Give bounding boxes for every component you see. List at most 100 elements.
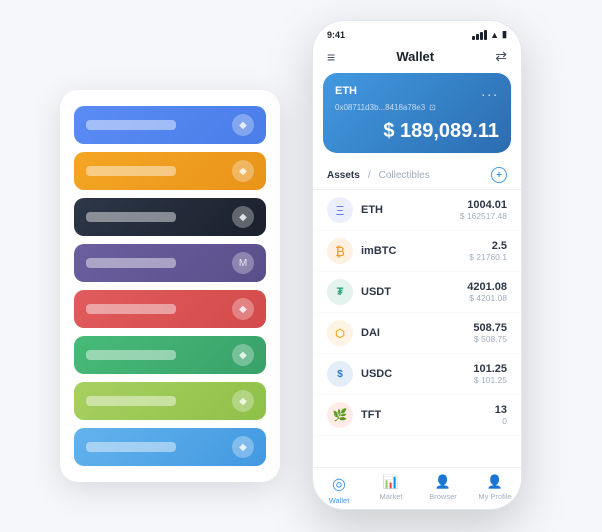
- eth-card-name: ETH: [335, 85, 357, 97]
- token-name: TFT: [361, 409, 495, 421]
- status-time: 9:41: [327, 30, 345, 40]
- list-item[interactable]: M: [74, 244, 266, 282]
- page-title: Wallet: [396, 49, 434, 64]
- nav-market[interactable]: 📊 Market: [365, 474, 417, 505]
- add-token-button[interactable]: +: [491, 167, 507, 183]
- more-options-icon[interactable]: ...: [481, 83, 499, 99]
- table-row[interactable]: 🌿 TFT 13 0: [313, 395, 521, 436]
- token-usd: $ 101.25: [473, 375, 507, 385]
- token-amount: 4201.08: [467, 281, 507, 293]
- eth-wallet-card[interactable]: ETH ... 0x08711d3b...8418a78e3 ⊡ $ 189,0…: [323, 73, 511, 153]
- menu-icon[interactable]: ≡: [327, 49, 335, 65]
- wallet-nav-icon: ◎: [332, 474, 346, 494]
- status-bar: 9:41 ▲ ▮: [313, 21, 521, 44]
- battery-icon: ▮: [502, 29, 507, 40]
- wifi-icon: ▲: [490, 30, 499, 40]
- list-item[interactable]: ◆: [74, 198, 266, 236]
- profile-nav-icon: 👤: [487, 474, 503, 490]
- tft-icon: 🌿: [327, 402, 353, 428]
- list-item[interactable]: ◆: [74, 336, 266, 374]
- card-icon: M: [232, 252, 254, 274]
- token-values: 2.5 $ 21760.1: [469, 240, 507, 262]
- nav-market-label: Market: [380, 492, 403, 501]
- card-label: [86, 304, 176, 314]
- usdt-icon: ₮: [327, 279, 353, 305]
- token-name: DAI: [361, 327, 473, 339]
- table-row[interactable]: ⬡ DAI 508.75 $ 508.75: [313, 313, 521, 354]
- list-item[interactable]: ◆: [74, 382, 266, 420]
- card-label: [86, 396, 176, 406]
- token-info: ETH: [361, 204, 460, 216]
- phone-mockup: 9:41 ▲ ▮ ≡ Wallet ⇄ ETH ... 0x08711d3b..…: [312, 20, 522, 510]
- token-name: imBTC: [361, 245, 469, 257]
- token-amount: 101.25: [473, 363, 507, 375]
- token-amount: 1004.01: [460, 199, 507, 211]
- eth-icon: Ξ: [327, 197, 353, 223]
- token-list: Ξ ETH 1004.01 $ 162517.48 ₿ imBTC 2.5 $ …: [313, 190, 521, 467]
- token-info: imBTC: [361, 245, 469, 257]
- tab-collectibles[interactable]: Collectibles: [379, 170, 430, 181]
- token-values: 1004.01 $ 162517.48: [460, 199, 507, 221]
- scan-icon[interactable]: ⇄: [495, 48, 507, 65]
- token-amount: 508.75: [473, 322, 507, 334]
- usdc-icon: $: [327, 361, 353, 387]
- nav-profile[interactable]: 👤 My Profile: [469, 474, 521, 505]
- card-label: [86, 166, 176, 176]
- eth-balance: $ 189,089.11: [335, 120, 499, 143]
- browser-nav-icon: 👤: [435, 474, 451, 490]
- token-values: 101.25 $ 101.25: [473, 363, 507, 385]
- copy-icon[interactable]: ⊡: [429, 103, 436, 112]
- status-icons: ▲ ▮: [472, 29, 507, 40]
- token-info: TFT: [361, 409, 495, 421]
- eth-card-header: ETH ...: [335, 83, 499, 99]
- card-icon: ◆: [232, 160, 254, 182]
- token-usd: $ 162517.48: [460, 211, 507, 221]
- list-item[interactable]: ◆: [74, 152, 266, 190]
- token-values: 4201.08 $ 4201.08: [467, 281, 507, 303]
- phone-header: ≡ Wallet ⇄: [313, 44, 521, 73]
- table-row[interactable]: $ USDC 101.25 $ 101.25: [313, 354, 521, 395]
- list-item[interactable]: ◆: [74, 290, 266, 328]
- bottom-nav: ◎ Wallet 📊 Market 👤 Browser 👤 My Profile: [313, 467, 521, 509]
- token-name: ETH: [361, 204, 460, 216]
- card-icon: ◆: [232, 436, 254, 458]
- tab-assets[interactable]: Assets: [327, 170, 360, 181]
- table-row[interactable]: Ξ ETH 1004.01 $ 162517.48: [313, 190, 521, 231]
- token-name: USDT: [361, 286, 467, 298]
- card-icon: ◆: [232, 114, 254, 136]
- card-label: [86, 120, 176, 130]
- card-icon: ◆: [232, 206, 254, 228]
- card-icon: ◆: [232, 344, 254, 366]
- nav-profile-label: My Profile: [478, 492, 511, 501]
- wallet-card-panel: ◆ ◆ ◆ M ◆ ◆ ◆ ◆: [60, 90, 280, 482]
- token-info: USDC: [361, 368, 473, 380]
- card-label: [86, 442, 176, 452]
- list-item[interactable]: ◆: [74, 428, 266, 466]
- token-info: USDT: [361, 286, 467, 298]
- nav-wallet[interactable]: ◎ Wallet: [313, 474, 365, 505]
- token-amount: 2.5: [469, 240, 507, 252]
- table-row[interactable]: ₮ USDT 4201.08 $ 4201.08: [313, 272, 521, 313]
- nav-wallet-label: Wallet: [329, 496, 350, 505]
- assets-header: Assets / Collectibles +: [313, 161, 521, 190]
- card-icon: ◆: [232, 298, 254, 320]
- eth-address: 0x08711d3b...8418a78e3 ⊡: [335, 103, 499, 112]
- card-label: [86, 212, 176, 222]
- list-item[interactable]: ◆: [74, 106, 266, 144]
- token-usd: $ 508.75: [473, 334, 507, 344]
- token-info: DAI: [361, 327, 473, 339]
- token-values: 508.75 $ 508.75: [473, 322, 507, 344]
- dai-icon: ⬡: [327, 320, 353, 346]
- assets-tabs: Assets / Collectibles: [327, 170, 430, 181]
- nav-browser[interactable]: 👤 Browser: [417, 474, 469, 505]
- market-nav-icon: 📊: [383, 474, 399, 490]
- tab-divider: /: [368, 170, 371, 181]
- token-amount: 13: [495, 404, 507, 416]
- nav-browser-label: Browser: [429, 492, 457, 501]
- table-row[interactable]: ₿ imBTC 2.5 $ 21760.1: [313, 231, 521, 272]
- card-icon: ◆: [232, 390, 254, 412]
- imbtc-icon: ₿: [327, 238, 353, 264]
- token-values: 13 0: [495, 404, 507, 426]
- token-usd: 0: [495, 416, 507, 426]
- token-usd: $ 21760.1: [469, 252, 507, 262]
